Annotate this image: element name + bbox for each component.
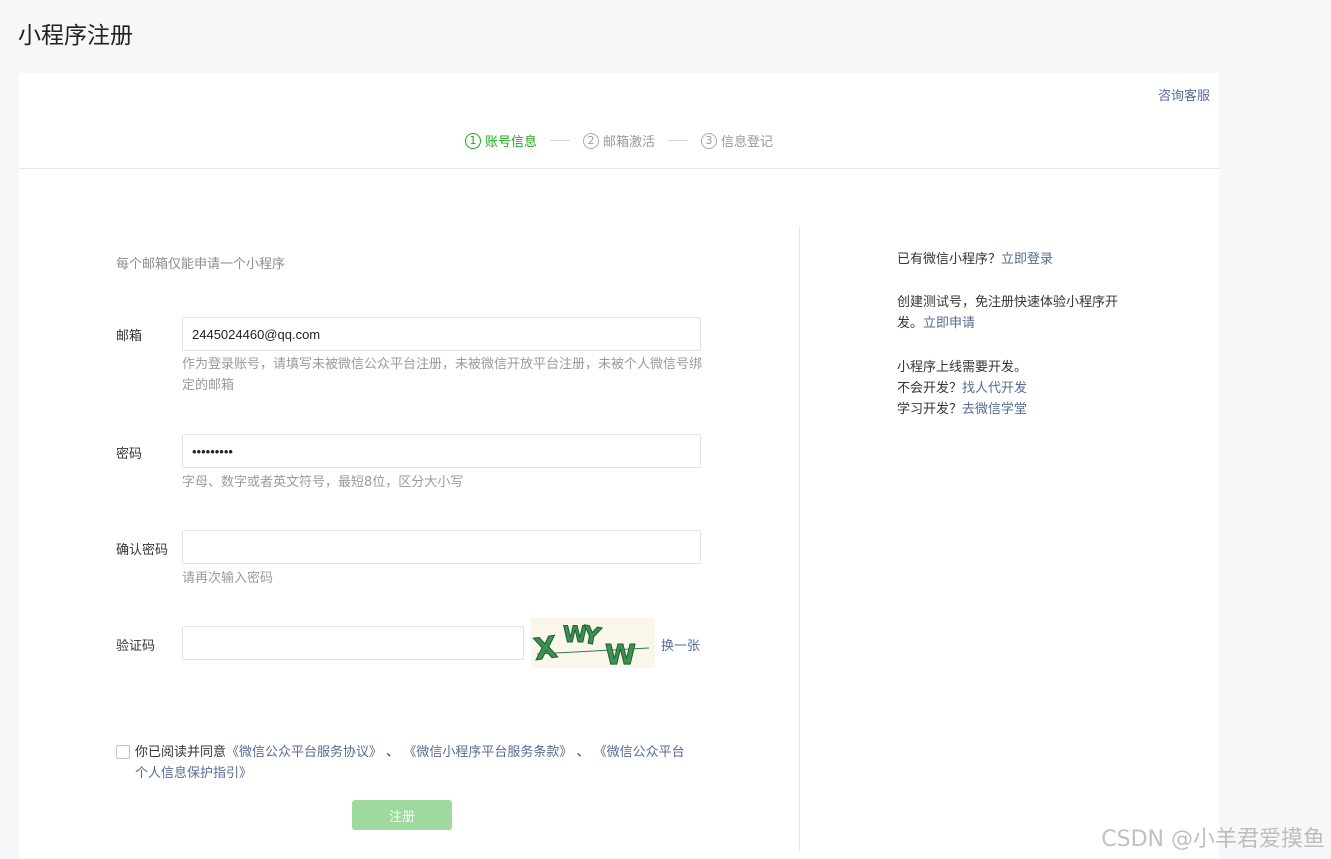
password-hint: 字母、数字或者英文符号，最短8位，区分大小写 [182,475,464,490]
step-account-info: 1 账号信息 [464,131,537,150]
captcha-label: 验证码 [116,639,156,654]
step-number-1: 1 [464,132,481,149]
step-email-activation: 2 邮箱激活 [582,131,655,150]
confirm-password-input[interactable] [182,530,701,564]
agreement-separator: 、 [382,745,400,760]
refresh-captcha-link[interactable]: 换一张 [661,635,700,654]
dev-line-2-text: 不会开发？ [897,381,963,396]
step-separator [549,140,570,141]
apply-now-link[interactable]: 立即申请 [923,316,975,331]
captcha-char-4: W [605,638,636,668]
progress-steps: 1 账号信息 2 邮箱激活 3 信息登记 [19,131,1219,150]
confirm-password-label: 确认密码 [116,543,169,558]
consult-service-link[interactable]: 咨询客服 [1158,85,1210,104]
sidebar-login: 已有微信小程序？立即登录 [897,249,1137,270]
step-info-registration: 3 信息登记 [701,131,773,150]
agreement-text: 你已阅读并同意《微信公众平台服务协议》 、 《微信小程序平台服务条款》 、 《微… [135,742,695,784]
captcha-input[interactable] [182,626,524,660]
email-label: 邮箱 [116,329,143,344]
password-label: 密码 [116,447,143,462]
captcha-image[interactable]: X W Y W [531,618,655,672]
registration-card: 咨询客服 1 账号信息 2 邮箱激活 3 信息登记 每个邮箱仅能申请一个小程序 … [19,73,1219,859]
service-agreement-link[interactable]: 《微信公众平台服务协议》 [226,745,382,760]
steps-divider [19,168,1219,169]
sidebar-test-account: 创建测试号，免注册快速体验小程序开发。立即申请 [897,292,1137,334]
form-notice: 每个邮箱仅能申请一个小程序 [116,257,286,272]
step-label: 信息登记 [721,135,774,150]
login-link[interactable]: 立即登录 [1001,252,1053,267]
vertical-divider [799,226,800,851]
watermark: CSDN @小羊君爱摸鱼 [1101,827,1325,852]
agreement-separator: 、 [572,745,590,760]
password-input[interactable] [182,434,701,468]
captcha-char-1: X [532,630,560,668]
dev-line-2: 不会开发？找人代开发 [897,378,1137,399]
email-input[interactable] [182,317,701,351]
step-label: 账号信息 [484,135,537,150]
wechat-academy-link[interactable]: 去微信学堂 [962,402,1027,417]
step-number-3: 3 [701,132,717,149]
miniprogram-terms-link[interactable]: 《微信小程序平台服务条款》 [403,745,572,760]
dev-line-3: 学习开发？去微信学堂 [897,399,1137,420]
find-developer-link[interactable]: 找人代开发 [962,381,1027,396]
agreement-checkbox[interactable] [116,745,130,759]
confirm-password-hint: 请再次输入密码 [182,571,274,586]
login-text: 已有微信小程序？ [897,252,1002,267]
step-separator [668,140,688,141]
register-button[interactable]: 注册 [352,800,452,830]
agreement-prefix: 你已阅读并同意 [135,745,227,760]
dev-line-3-text: 学习开发？ [897,402,963,417]
step-number-2: 2 [582,132,599,149]
dev-line-1: 小程序上线需要开发。 [897,360,1028,375]
sidebar-dev-info: 小程序上线需要开发。 不会开发？找人代开发 学习开发？去微信学堂 [897,357,1137,420]
captcha-graphic: X W Y W [531,620,650,672]
page-title: 小程序注册 [18,23,133,49]
step-label: 邮箱激活 [602,135,655,150]
email-hint: 作为登录账号，请填写未被微信公众平台注册，未被微信开放平台注册，未被个人微信号绑… [182,357,703,393]
